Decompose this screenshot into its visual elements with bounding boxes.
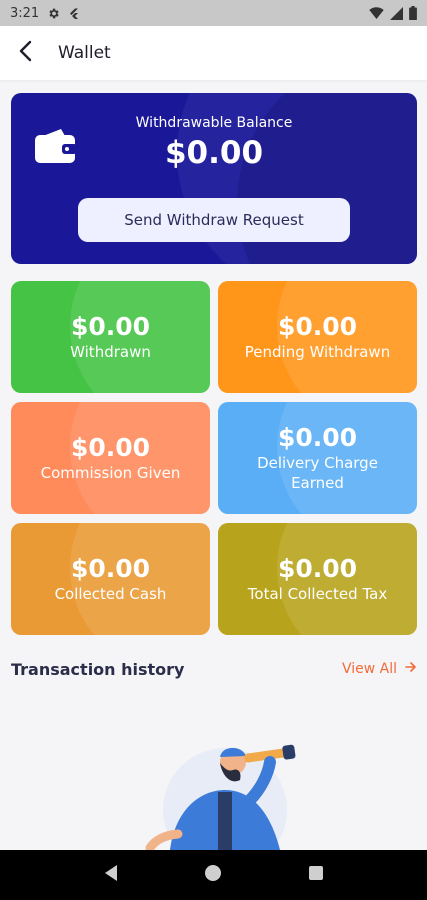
arrow-left-icon [18,40,32,66]
page-title: Wallet [58,43,111,63]
signal-icon [390,6,403,20]
flutter-icon [68,7,80,20]
stat-label: Commission Given [40,464,181,482]
stat-card-pending-withdrawn: $0.00 Pending Withdrawn [218,281,417,393]
stat-card-withdrawn: $0.00 Withdrawn [11,281,210,393]
withdrawable-balance-card: Withdrawable Balance $0.00 Send Withdraw… [11,93,417,264]
stat-label: Total Collected Tax [247,585,388,603]
recents-square-icon [308,865,324,885]
section-title: Transaction history [11,659,185,679]
battery-icon [409,6,417,20]
stat-amount: $0.00 [70,312,151,341]
balance-amount: $0.00 [164,135,264,171]
home-circle-icon [204,864,222,886]
view-all-link[interactable]: View All [342,661,417,677]
stat-amount: $0.00 [70,554,151,583]
arrow-right-icon [405,661,417,677]
status-time: 3:21 [10,5,40,21]
system-nav-bar [0,850,427,900]
nav-home-button[interactable] [193,855,233,895]
stat-amount: $0.00 [277,312,358,341]
stat-amount: $0.00 [277,423,358,452]
stat-label: Withdrawn [70,343,151,361]
stat-label: Pending Withdrawn [244,343,391,361]
stat-amount: $0.00 [70,433,151,462]
view-all-label: View All [341,661,397,677]
stat-label: Collected Cash [54,585,167,603]
nav-back-button[interactable] [91,855,131,895]
person-with-telescope-illustration [130,730,300,872]
nav-recents-button[interactable] [296,855,336,895]
status-bar: 3:21 [0,0,427,26]
gear-icon [47,7,60,20]
back-triangle-icon [103,864,119,886]
stat-card-commission-given: $0.00 Commission Given [11,402,210,514]
stat-label: Delivery Charge Earned [257,454,378,492]
stat-card-delivery-charge-earned: $0.00 Delivery Charge Earned [218,402,417,514]
transaction-history-header: Transaction history View All [11,655,417,683]
back-button[interactable] [0,26,50,80]
stat-amount: $0.00 [277,554,358,583]
wifi-icon [369,7,384,19]
stat-card-collected-cash: $0.00 Collected Cash [11,523,210,635]
app-bar: Wallet [0,26,427,80]
balance-label: Withdrawable Balance [135,115,293,131]
stat-card-total-collected-tax: $0.00 Total Collected Tax [218,523,417,635]
send-withdraw-request-button[interactable]: Send Withdraw Request [78,198,350,242]
